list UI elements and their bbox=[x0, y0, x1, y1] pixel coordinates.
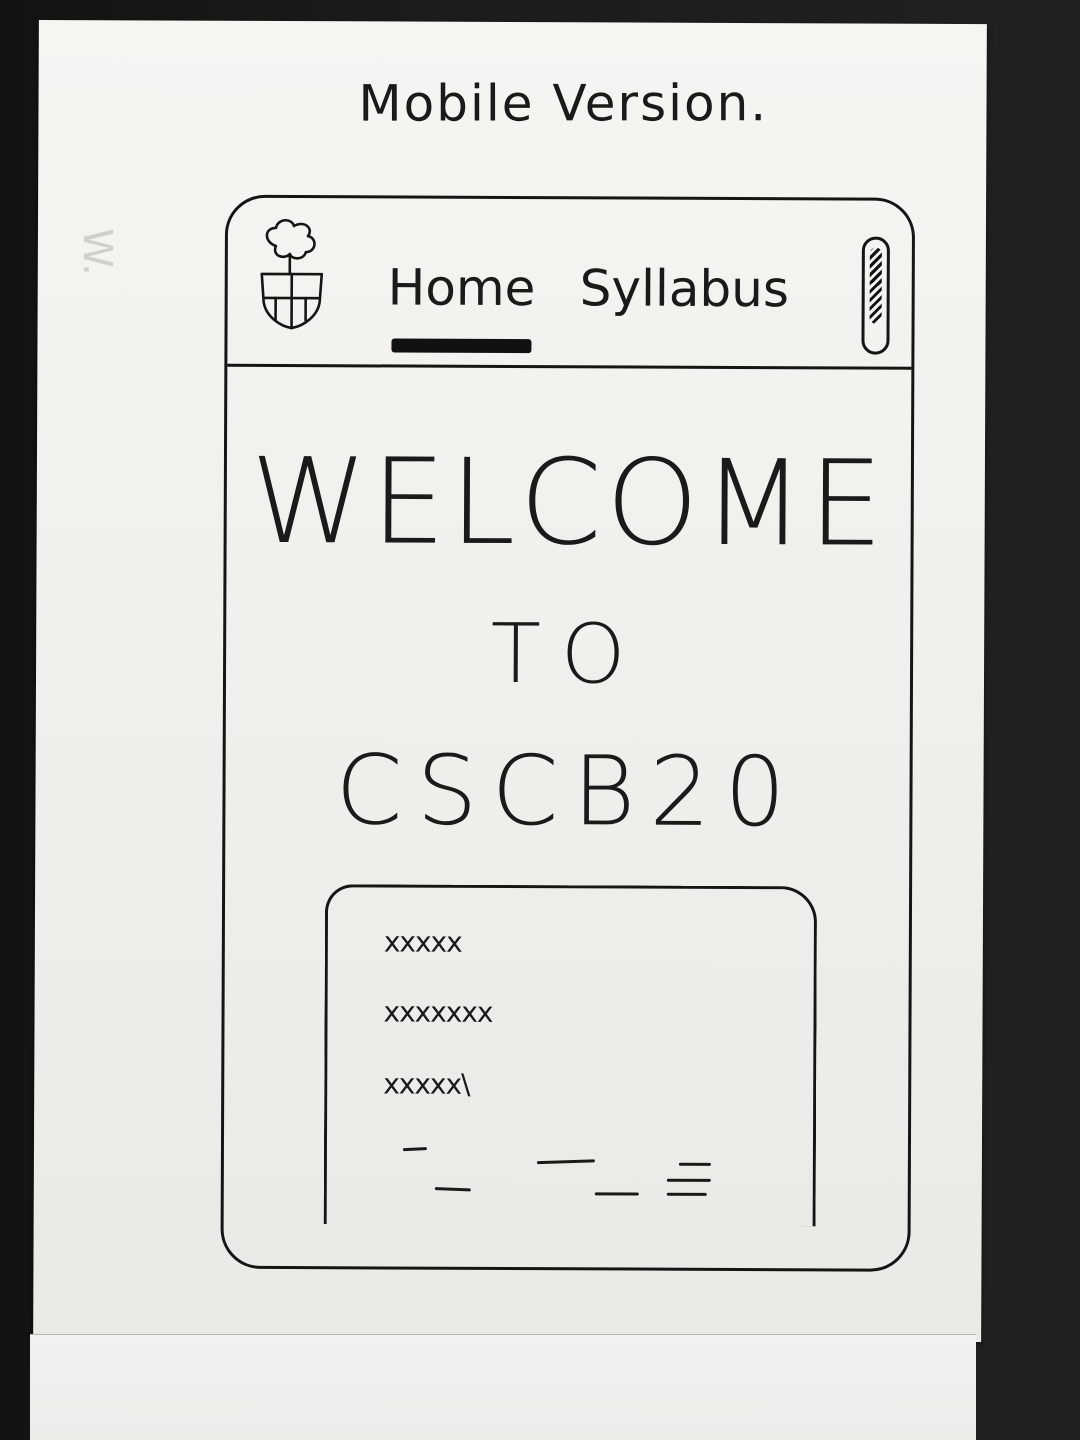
active-tab-indicator bbox=[391, 338, 532, 354]
lower-paper-sheet bbox=[30, 1334, 976, 1440]
tab-home[interactable]: Home bbox=[388, 258, 536, 317]
placeholder-dash bbox=[666, 1178, 711, 1182]
content-card: xxxxx xxxxxxx xxxxx\ bbox=[323, 884, 818, 1227]
placeholder-dash bbox=[678, 1162, 711, 1166]
phone-frame: Home Syllabus WELCOME TO CSCB20 xxxxx xx… bbox=[220, 194, 916, 1272]
sketch-caption: Mobile Version. bbox=[358, 74, 769, 133]
placeholder-dash bbox=[594, 1192, 639, 1196]
placeholder-dash bbox=[666, 1192, 707, 1196]
placeholder-dash bbox=[402, 1147, 428, 1152]
scrollbar-thumb[interactable] bbox=[869, 247, 882, 324]
welcome-heading-line1: WELCOME bbox=[250, 431, 888, 573]
welcome-heading-line3: CSCB20 bbox=[335, 734, 800, 849]
placeholder-text-line: xxxxx\ bbox=[383, 1067, 470, 1101]
photo-background: Mobile Version. W. Home Syllabus WELCOME… bbox=[0, 0, 1080, 1440]
tree-shield-logo-icon[interactable] bbox=[256, 216, 329, 332]
placeholder-text-line: xxxxxxx bbox=[383, 995, 493, 1029]
top-navigation-bar: Home Syllabus bbox=[227, 197, 913, 370]
tab-syllabus[interactable]: Syllabus bbox=[580, 259, 789, 318]
paper-sheet: Mobile Version. W. Home Syllabus WELCOME… bbox=[33, 19, 987, 1343]
welcome-heading-line2: TO bbox=[490, 606, 646, 703]
placeholder-text-line: xxxxx bbox=[383, 925, 462, 959]
placeholder-dash bbox=[434, 1187, 471, 1192]
placeholder-dash bbox=[536, 1159, 595, 1165]
bleed-through-text: W. bbox=[73, 228, 120, 276]
scrollbar-handle-icon[interactable] bbox=[861, 236, 890, 355]
